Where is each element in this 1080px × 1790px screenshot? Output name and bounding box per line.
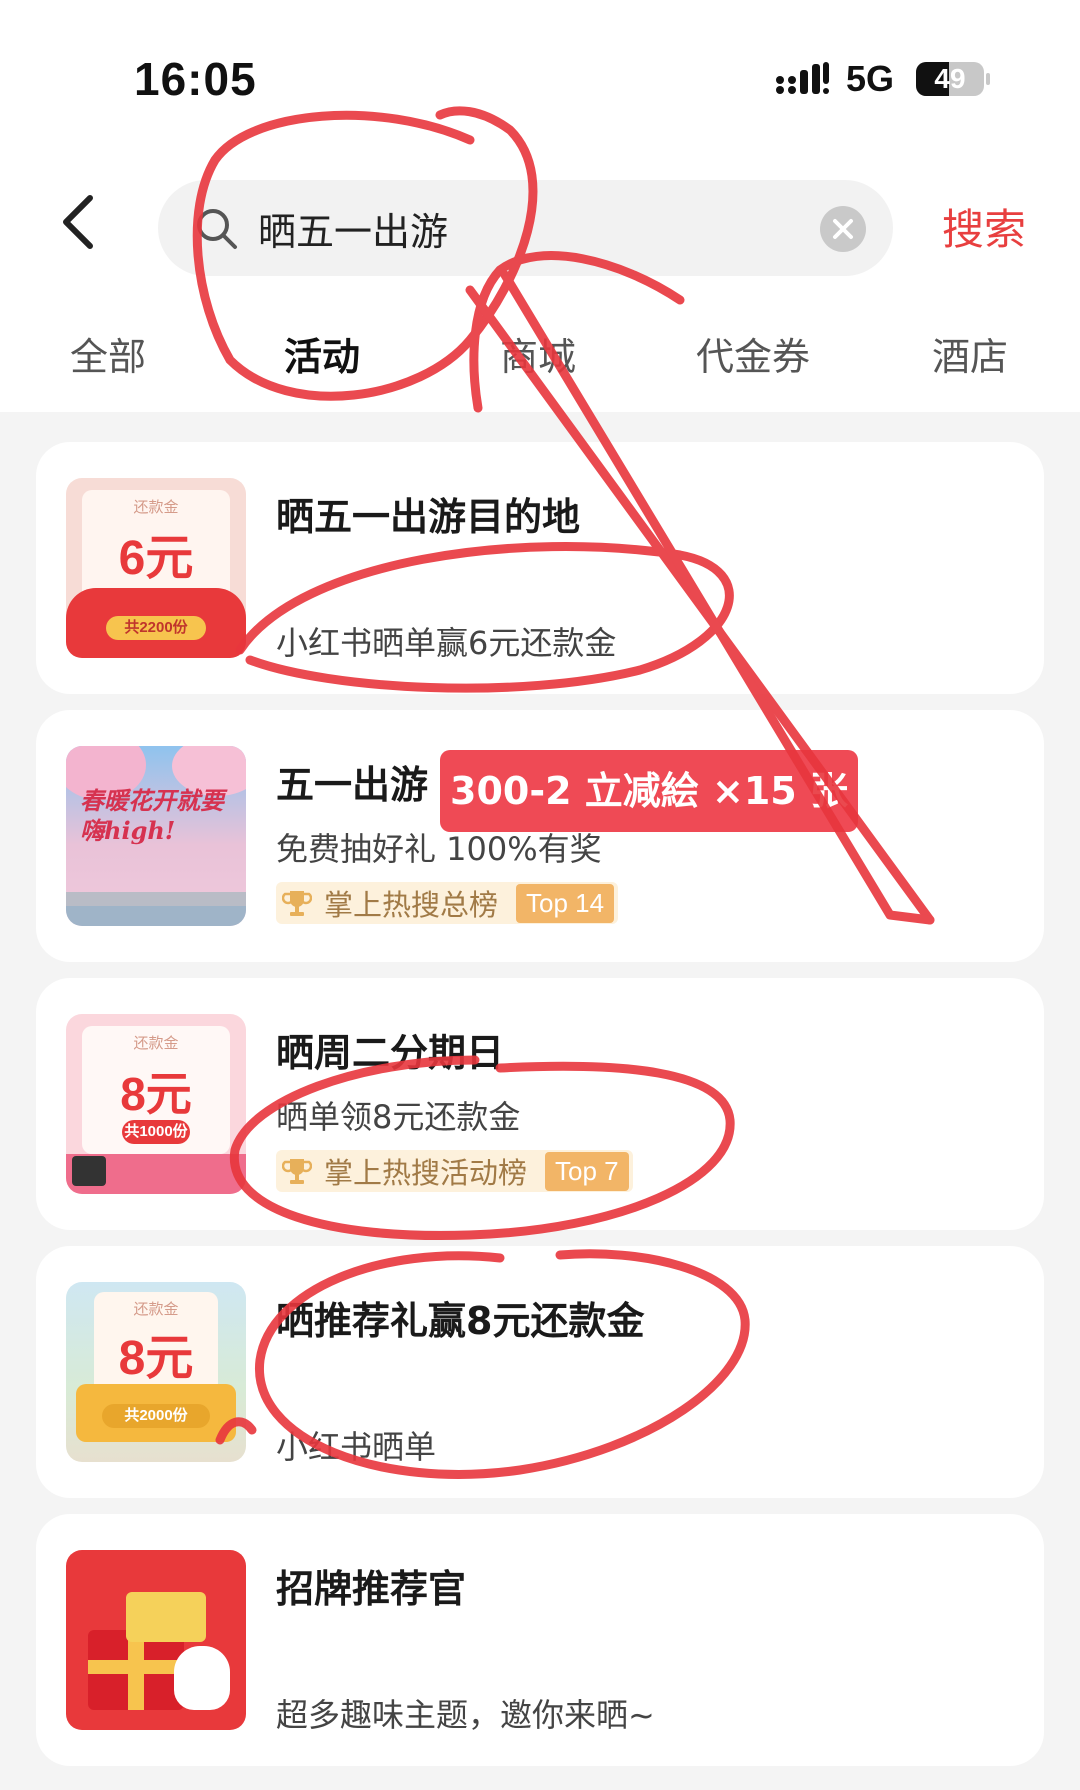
clear-icon[interactable] bbox=[820, 206, 866, 252]
coupon-label: 还款金 bbox=[133, 1034, 179, 1052]
status-time: 16:05 bbox=[134, 53, 257, 105]
tab-mall[interactable]: 商城 bbox=[500, 326, 576, 381]
card-thumbnail bbox=[66, 1550, 246, 1730]
result-card[interactable]: 招牌推荐官 超多趣味主题，邀你来晒~ bbox=[36, 1514, 1044, 1766]
tab-activity[interactable]: 活动 bbox=[284, 326, 360, 381]
rank-position: Top 14 bbox=[516, 883, 615, 923]
rank-label: 掌上热搜总榜 bbox=[324, 888, 499, 922]
mascot-cat-icon bbox=[174, 1646, 230, 1710]
card-thumbnail: 还款金 8元 共2000份 bbox=[66, 1282, 246, 1462]
card-thumbnail: 春暖花开就要嗨high! bbox=[66, 746, 246, 926]
network-label: 5G bbox=[846, 58, 895, 99]
search-box[interactable] bbox=[158, 180, 893, 276]
bridge-shape bbox=[66, 892, 246, 906]
card-subtitle: 小红书晒单赢6元还款金 bbox=[276, 624, 617, 662]
water-shape bbox=[66, 906, 246, 926]
coupon-label: 还款金 bbox=[133, 498, 179, 516]
coupon-frame: 还款金 8元 共1000份 bbox=[82, 1026, 230, 1154]
trophy-icon bbox=[282, 1159, 312, 1184]
battery-level: 49 bbox=[934, 63, 966, 94]
coupon-amount: 8元 bbox=[118, 1332, 194, 1385]
card-title: 晒推荐礼赢8元还款金 bbox=[276, 1299, 645, 1343]
gift-ribbon bbox=[88, 1660, 184, 1674]
battery-icon: 49 bbox=[916, 62, 984, 96]
rank-position: Top 7 bbox=[545, 1151, 629, 1191]
search-icon bbox=[197, 209, 237, 249]
coupon-count: 共2200份 bbox=[106, 616, 206, 640]
rank-badge: 掌上热搜总榜 Top 14 bbox=[276, 882, 619, 924]
coupon-amount: 8元 bbox=[120, 1068, 192, 1120]
rank-badge: 掌上热搜活动榜 Top 7 bbox=[276, 1150, 633, 1192]
signal-icon bbox=[776, 62, 829, 94]
search-input[interactable] bbox=[258, 198, 738, 258]
card-subtitle: 超多趣味主题，邀你来晒~ bbox=[276, 1696, 655, 1734]
coupon-label: 还款金 bbox=[133, 1300, 179, 1318]
card-thumbnail: 还款金 6元 共2200份 bbox=[66, 478, 246, 658]
coupon-count: 共1000份 bbox=[122, 1120, 190, 1144]
battery-cap bbox=[986, 73, 990, 85]
result-card[interactable]: 春暖花开就要嗨high! 五一出游 免费抽好礼 100%有奖 掌上热搜总榜 To… bbox=[36, 710, 1044, 962]
rank-label: 掌上热搜活动榜 bbox=[324, 1156, 528, 1190]
card-subtitle: 小红书晒单 bbox=[276, 1428, 437, 1466]
card-title: 招牌推荐官 bbox=[276, 1567, 467, 1611]
gift-box-icon bbox=[126, 1592, 206, 1642]
card-thumbnail: 还款金 8元 共1000份 bbox=[66, 1014, 246, 1194]
coupon-count: 共2000份 bbox=[102, 1404, 210, 1428]
appliance-shape bbox=[72, 1156, 106, 1186]
card-title: 五一出游 bbox=[276, 763, 429, 807]
promo-tag: 300-2 立减絵 ×15 张 bbox=[440, 750, 858, 832]
trophy-icon bbox=[282, 891, 312, 916]
back-button[interactable] bbox=[50, 192, 110, 252]
thumbnail-slogan: 春暖花开就要嗨high! bbox=[80, 786, 224, 845]
result-card[interactable]: 还款金 8元 共1000份 晒周二分期日 晒单领8元还款金 掌上热搜活动榜 To… bbox=[36, 978, 1044, 1230]
result-card[interactable]: 还款金 8元 共2000份 晒推荐礼赢8元还款金 小红书晒单 bbox=[36, 1246, 1044, 1498]
card-title: 晒周二分期日 bbox=[276, 1031, 505, 1075]
tab-vouchers[interactable]: 代金券 bbox=[696, 326, 810, 381]
card-title: 晒五一出游目的地 bbox=[276, 495, 581, 539]
result-card[interactable]: 还款金 6元 共2200份 晒五一出游目的地 小红书晒单赢6元还款金 bbox=[36, 442, 1044, 694]
tab-hotels[interactable]: 酒店 bbox=[932, 326, 1008, 381]
card-subtitle: 晒单领8元还款金 bbox=[276, 1098, 521, 1136]
search-button[interactable]: 搜索 bbox=[942, 196, 1026, 257]
tab-all[interactable]: 全部 bbox=[70, 326, 146, 381]
coupon-amount: 6元 bbox=[118, 532, 194, 585]
